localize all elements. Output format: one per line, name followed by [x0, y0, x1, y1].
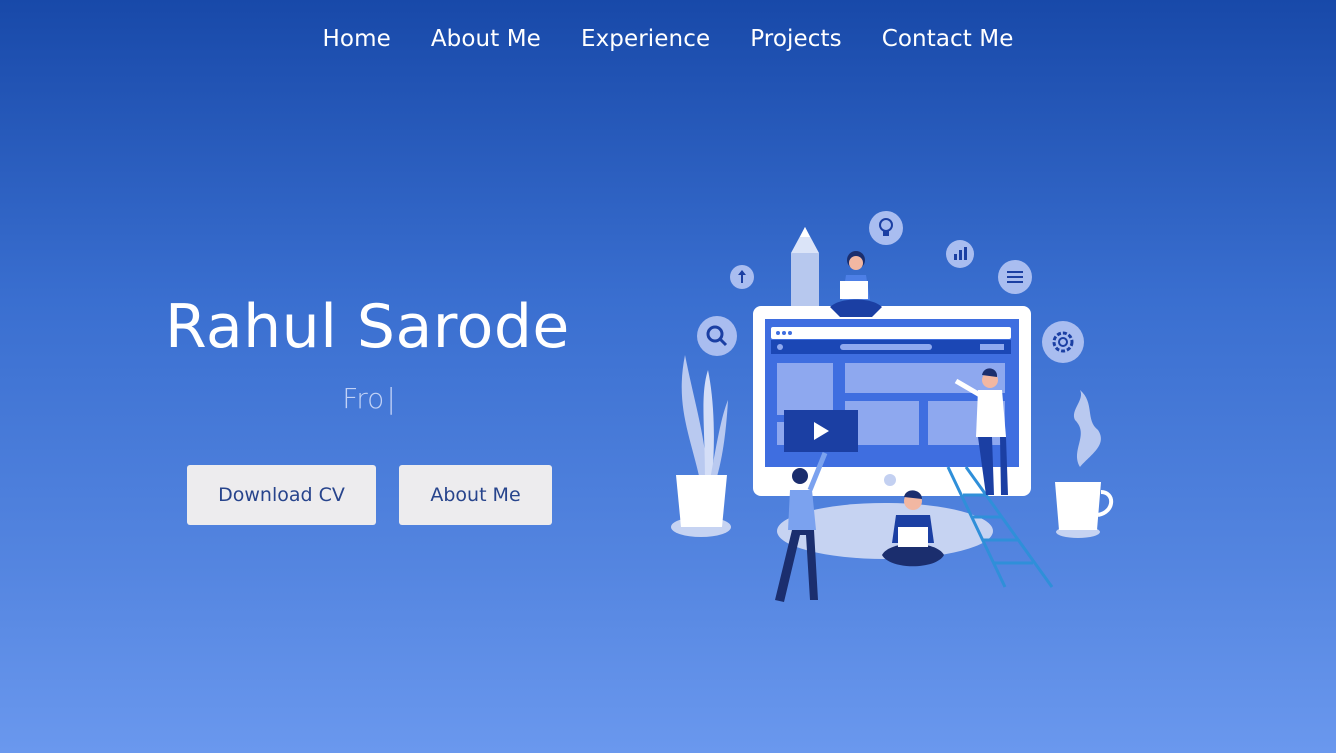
search-icon — [697, 316, 737, 356]
coffee-cup-decoration — [1055, 390, 1114, 538]
menu-lines-icon — [998, 260, 1032, 294]
nav-contact-link[interactable]: Contact Me — [882, 26, 1014, 52]
lightbulb-icon — [869, 211, 903, 245]
bar-chart-icon — [946, 240, 974, 268]
hero-typed-subtitle: Fro| — [0, 382, 738, 415]
person-woman-laptop — [830, 251, 882, 317]
nav-home-link[interactable]: Home — [323, 26, 391, 52]
main-nav: Home About Me Experience Projects Contac… — [0, 0, 1336, 80]
typed-text: Fro — [342, 382, 385, 415]
download-cv-button[interactable]: Download CV — [187, 465, 376, 525]
nav-about-link[interactable]: About Me — [431, 26, 541, 52]
hero-illustration — [671, 211, 1114, 602]
plant-decoration — [671, 355, 731, 537]
hero-name: Rahul Sarode — [165, 292, 570, 362]
upload-icon — [730, 265, 754, 289]
typing-caret: | — [386, 382, 396, 415]
nav-projects-link[interactable]: Projects — [750, 26, 841, 52]
video-player — [784, 410, 858, 452]
gear-icon — [1042, 321, 1084, 363]
pencil-decoration — [791, 227, 819, 311]
about-me-button[interactable]: About Me — [399, 465, 552, 525]
nav-experience-link[interactable]: Experience — [581, 26, 710, 52]
